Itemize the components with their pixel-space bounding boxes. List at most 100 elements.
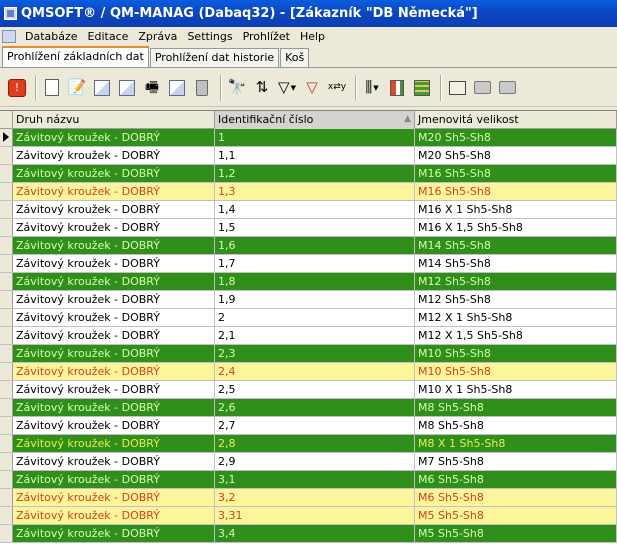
cell-nominal-size[interactable]: M14 Sh5-Sh8 <box>415 237 617 254</box>
row-selector[interactable] <box>0 435 13 452</box>
cell-name-type[interactable]: Závitový kroužek - DOBRÝ <box>13 489 215 506</box>
column-header-name-type[interactable]: Druh názvu <box>13 111 215 129</box>
tab-history-data[interactable]: Prohlížení dat historie <box>149 48 280 67</box>
cell-name-type[interactable]: Závitový kroužek - DOBRÝ <box>13 183 215 200</box>
cell-nominal-size[interactable]: M16 Sh5-Sh8 <box>415 183 617 200</box>
cell-nominal-size[interactable]: M20 Sh5-Sh8 <box>415 147 617 164</box>
swap-xy-button[interactable]: x⇄y <box>326 77 348 99</box>
table-row[interactable]: Závitový kroužek - DOBRÝ 1 M20 Sh5-Sh8 <box>0 129 617 147</box>
cell-name-type[interactable]: Závitový kroužek - DOBRÝ <box>13 399 215 416</box>
new-record-button[interactable] <box>41 77 63 99</box>
cell-id-number[interactable]: 2,6 <box>215 399 415 416</box>
row-selector[interactable] <box>0 399 13 416</box>
row-selector[interactable] <box>0 183 13 200</box>
cell-nominal-size[interactable]: M10 Sh5-Sh8 <box>415 363 617 380</box>
cell-nominal-size[interactable]: M8 Sh5-Sh8 <box>415 417 617 434</box>
cell-nominal-size[interactable]: M6 Sh5-Sh8 <box>415 471 617 488</box>
cell-name-type[interactable]: Závitový kroužek - DOBRÝ <box>13 345 215 362</box>
row-selector[interactable] <box>0 327 13 344</box>
cell-id-number[interactable]: 2,3 <box>215 345 415 362</box>
row-selector[interactable] <box>0 417 13 434</box>
tab-recycle-bin[interactable]: Koš <box>280 48 310 67</box>
cell-id-number[interactable]: 1,4 <box>215 201 415 218</box>
menu-settings[interactable]: Settings <box>182 30 237 43</box>
cell-id-number[interactable]: 1,3 <box>215 183 415 200</box>
row-selector[interactable] <box>0 381 13 398</box>
cell-nominal-size[interactable]: M8 Sh5-Sh8 <box>415 399 617 416</box>
row-selector[interactable] <box>0 525 13 542</box>
cell-name-type[interactable]: Závitový kroužek - DOBRÝ <box>13 291 215 308</box>
card-view-button[interactable] <box>446 77 468 99</box>
row-selector[interactable] <box>0 129 13 146</box>
cell-nominal-size[interactable]: M14 Sh5-Sh8 <box>415 255 617 272</box>
print-preview-button[interactable] <box>471 77 493 99</box>
row-selector[interactable] <box>0 309 13 326</box>
cell-name-type[interactable]: Závitový kroužek - DOBRÝ <box>13 219 215 236</box>
menu-zprava[interactable]: Zpráva <box>133 30 182 43</box>
print-records-button[interactable]: 🖷 <box>141 77 163 99</box>
row-selector[interactable] <box>0 201 13 218</box>
cell-name-type[interactable]: Závitový kroužek - DOBRÝ <box>13 273 215 290</box>
cell-id-number[interactable]: 2,8 <box>215 435 415 452</box>
cell-id-number[interactable]: 1,9 <box>215 291 415 308</box>
table-row[interactable]: Závitový kroužek - DOBRÝ 3,31 M5 Sh5-Sh8 <box>0 507 617 525</box>
row-selector[interactable] <box>0 165 13 182</box>
tab-basic-data[interactable]: Prohlížení základních dat <box>2 46 149 67</box>
cell-name-type[interactable]: Závitový kroužek - DOBRÝ <box>13 363 215 380</box>
cell-id-number[interactable]: 1,2 <box>215 165 415 182</box>
cell-name-type[interactable]: Závitový kroužek - DOBRÝ <box>13 147 215 164</box>
cell-id-number[interactable]: 1,1 <box>215 147 415 164</box>
search-button[interactable]: 🔭 <box>226 77 248 99</box>
sort-button[interactable]: ⇅ <box>251 77 273 99</box>
grid-colors-button[interactable] <box>386 77 408 99</box>
cell-id-number[interactable]: 2 <box>215 309 415 326</box>
filter-remove-button[interactable]: ▽ <box>301 77 323 99</box>
cell-name-type[interactable]: Závitový kroužek - DOBRÝ <box>13 381 215 398</box>
table-row[interactable]: Závitový kroužek - DOBRÝ 2,9 M7 Sh5-Sh8 <box>0 453 617 471</box>
cell-id-number[interactable]: 3,2 <box>215 489 415 506</box>
menu-editace[interactable]: Editace <box>83 30 134 43</box>
table-row[interactable]: Závitový kroužek - DOBRÝ 1,1 M20 Sh5-Sh8 <box>0 147 617 165</box>
cell-name-type[interactable]: Závitový kroužek - DOBRÝ <box>13 471 215 488</box>
table-row[interactable]: Závitový kroužek - DOBRÝ 1,2 M16 Sh5-Sh8 <box>0 165 617 183</box>
cell-nominal-size[interactable]: M12 X 1,5 Sh5-Sh8 <box>415 327 617 344</box>
cell-nominal-size[interactable]: M20 Sh5-Sh8 <box>415 129 617 146</box>
row-selector[interactable] <box>0 255 13 272</box>
table-row[interactable]: Závitový kroužek - DOBRÝ 2,4 M10 Sh5-Sh8 <box>0 363 617 381</box>
table-row[interactable]: Závitový kroužek - DOBRÝ 3,1 M6 Sh5-Sh8 <box>0 471 617 489</box>
cell-id-number[interactable]: 2,4 <box>215 363 415 380</box>
column-header-id-number[interactable]: Identifikační číslo ▲ <box>215 111 415 129</box>
table-row[interactable]: Závitový kroužek - DOBRÝ 2,7 M8 Sh5-Sh8 <box>0 417 617 435</box>
document-window-icon[interactable] <box>2 29 16 43</box>
cell-name-type[interactable]: Závitový kroužek - DOBRÝ <box>13 165 215 182</box>
cell-nominal-size[interactable]: M10 X 1 Sh5-Sh8 <box>415 381 617 398</box>
cell-nominal-size[interactable]: M12 Sh5-Sh8 <box>415 273 617 290</box>
edit-record-button[interactable]: 📝 <box>66 77 88 99</box>
cell-name-type[interactable]: Závitový kroužek - DOBRÝ <box>13 453 215 470</box>
cell-id-number[interactable]: 1,7 <box>215 255 415 272</box>
cell-id-number[interactable]: 1 <box>215 129 415 146</box>
row-selector[interactable] <box>0 489 13 506</box>
cell-nominal-size[interactable]: M16 X 1 Sh5-Sh8 <box>415 201 617 218</box>
cell-id-number[interactable]: 1,5 <box>215 219 415 236</box>
cell-name-type[interactable]: Závitový kroužek - DOBRÝ <box>13 201 215 218</box>
cell-name-type[interactable]: Závitový kroužek - DOBRÝ <box>13 255 215 272</box>
move-record-button[interactable] <box>116 77 138 99</box>
cell-nominal-size[interactable]: M5 Sh5-Sh8 <box>415 525 617 542</box>
cell-name-type[interactable]: Závitový kroužek - DOBRÝ <box>13 507 215 524</box>
cell-name-type[interactable]: Závitový kroužek - DOBRÝ <box>13 309 215 326</box>
table-row[interactable]: Závitový kroužek - DOBRÝ 1,4 M16 X 1 Sh5-S… <box>0 201 617 219</box>
cell-id-number[interactable]: 2,5 <box>215 381 415 398</box>
cell-id-number[interactable]: 3,31 <box>215 507 415 524</box>
row-selector[interactable] <box>0 147 13 164</box>
table-row[interactable]: Závitový kroužek - DOBRÝ 2,5 M10 X 1 Sh5-S… <box>0 381 617 399</box>
cell-nominal-size[interactable]: M16 Sh5-Sh8 <box>415 165 617 182</box>
cell-nominal-size[interactable]: M12 X 1 Sh5-Sh8 <box>415 309 617 326</box>
cell-name-type[interactable]: Závitový kroužek - DOBRÝ <box>13 525 215 542</box>
row-selector[interactable] <box>0 237 13 254</box>
cell-nominal-size[interactable]: M12 Sh5-Sh8 <box>415 291 617 308</box>
cell-nominal-size[interactable]: M6 Sh5-Sh8 <box>415 489 617 506</box>
row-selector[interactable] <box>0 345 13 362</box>
row-selector[interactable] <box>0 471 13 488</box>
column-header-nominal-size[interactable]: Jmenovitá velikost <box>415 111 617 129</box>
